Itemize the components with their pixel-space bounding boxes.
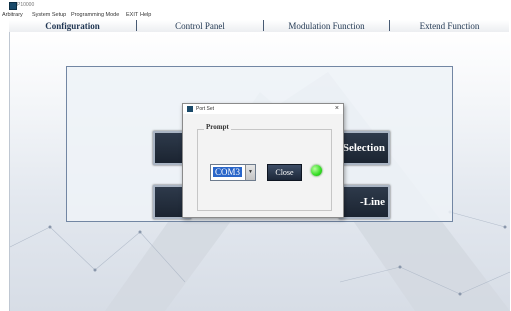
app-icon: [9, 2, 17, 10]
selection-button[interactable]: Selection: [339, 131, 390, 165]
menu-system-setup[interactable]: System Setup: [32, 10, 66, 20]
menu-exit[interactable]: EXIT: [126, 10, 138, 20]
online-button[interactable]: -Line: [339, 185, 390, 219]
app-icon: [187, 106, 193, 112]
chevron-down-icon[interactable]: ▼: [245, 165, 255, 180]
tab-control-panel[interactable]: Control Panel: [137, 20, 263, 32]
close-icon[interactable]: ×: [335, 104, 339, 113]
menu-help[interactable]: Help: [140, 10, 151, 20]
dialog-title-bar: Port Set ×: [183, 104, 343, 114]
connection-status-led: [311, 165, 322, 176]
prompt-group-label: Prompt: [204, 123, 231, 132]
com-port-value: COM3: [213, 167, 243, 177]
selection-button-label: Selection: [342, 142, 385, 154]
menu-arbitrary[interactable]: Arbitrary: [2, 10, 23, 20]
tab-configuration[interactable]: Configuration: [9, 20, 136, 32]
close-button[interactable]: Close: [267, 164, 302, 181]
menu-programming-mode[interactable]: Programming Mode: [71, 10, 119, 20]
tab-modulation-function[interactable]: Modulation Function: [264, 20, 389, 32]
menu-bar: Arbitrary System Setup Programming Mode …: [0, 10, 511, 20]
title-bar: P10000: [0, 0, 511, 10]
dialog-title: Port Set: [196, 106, 215, 112]
tab-extend-function[interactable]: Extend Function: [390, 20, 509, 32]
port-set-dialog: Port Set × Prompt COM3 ▼ Close: [182, 103, 344, 218]
window-title: P10000: [17, 2, 35, 8]
online-button-label: -Line: [359, 196, 385, 208]
com-port-select[interactable]: COM3 ▼: [210, 164, 256, 181]
